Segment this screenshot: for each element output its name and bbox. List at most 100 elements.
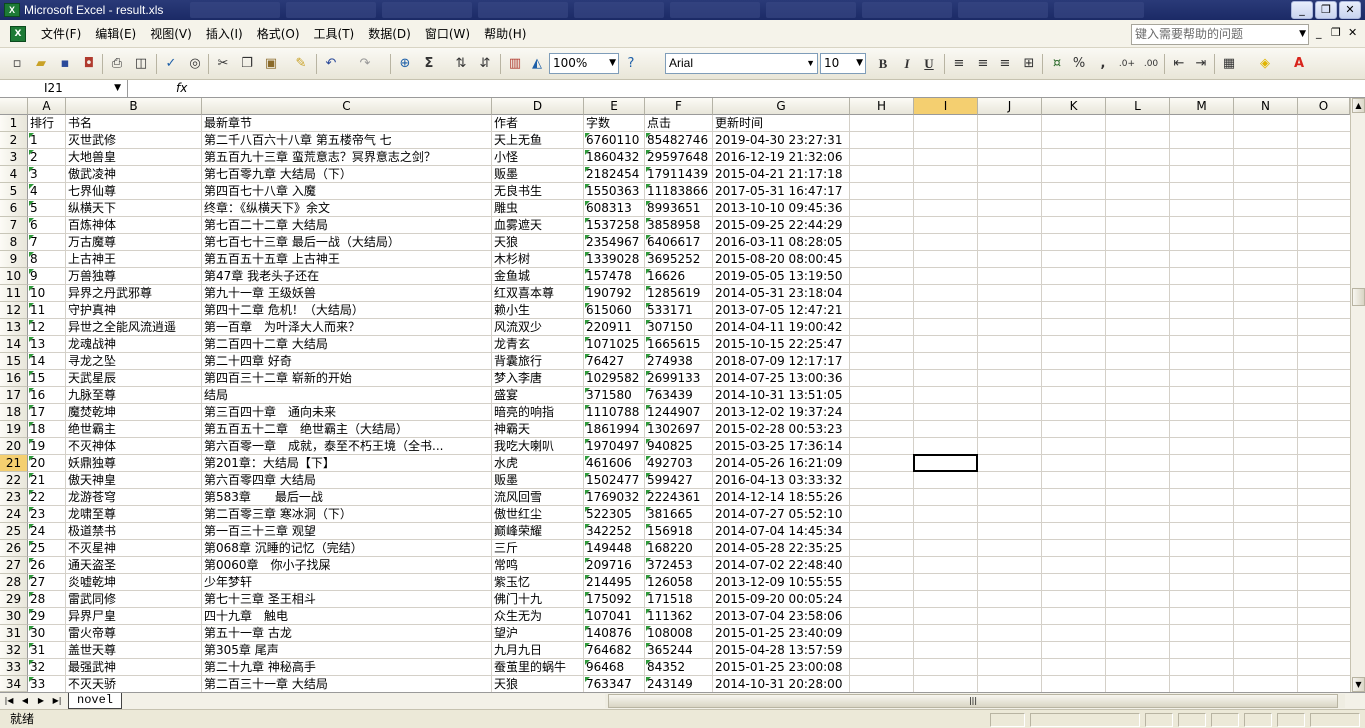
column-header[interactable]: M bbox=[1170, 98, 1234, 115]
chart-wizard-icon[interactable]: ▥ bbox=[506, 56, 524, 72]
column-header[interactable]: J bbox=[978, 98, 1042, 115]
open-folder-icon[interactable]: ▰ bbox=[32, 56, 50, 72]
header-cell[interactable]: 书名 bbox=[66, 115, 201, 132]
column-header[interactable]: I bbox=[914, 98, 978, 115]
row-header[interactable]: 31 bbox=[0, 625, 28, 642]
table-cell[interactable]: 2014-07-02 22:48:40 bbox=[713, 557, 849, 574]
bold-button[interactable]: B bbox=[874, 56, 892, 72]
column-header[interactable]: B bbox=[66, 98, 202, 115]
table-cell[interactable]: 龙游苍穹 bbox=[66, 489, 201, 506]
table-cell[interactable]: 纵横天下 bbox=[66, 200, 201, 217]
table-cell[interactable]: 220911 bbox=[584, 319, 644, 336]
table-cell[interactable]: 11183866 bbox=[645, 183, 712, 200]
table-cell[interactable]: 龙魂战神 bbox=[66, 336, 201, 353]
table-cell[interactable]: 盖世天尊 bbox=[66, 642, 201, 659]
table-cell[interactable]: 307150 bbox=[645, 319, 712, 336]
row-header[interactable]: 8 bbox=[0, 234, 28, 251]
table-cell[interactable]: 第五百五十二章 绝世霸主（大结局） bbox=[202, 421, 491, 438]
row-header[interactable]: 11 bbox=[0, 285, 28, 302]
table-cell[interactable]: 异世之全能风流逍遥 bbox=[66, 319, 201, 336]
table-cell[interactable]: 第二百四十二章 大结局 bbox=[202, 336, 491, 353]
table-cell[interactable]: 众生无为 bbox=[492, 608, 583, 625]
column-header[interactable]: N bbox=[1234, 98, 1298, 115]
header-cell[interactable]: 作者 bbox=[492, 115, 583, 132]
table-cell[interactable]: 暗亮的响指 bbox=[492, 404, 583, 421]
table-cell[interactable]: 绝世霸主 bbox=[66, 421, 201, 438]
row-header[interactable]: 34 bbox=[0, 676, 28, 692]
table-cell[interactable]: 2015-03-25 17:36:14 bbox=[713, 438, 849, 455]
row-header[interactable]: 9 bbox=[0, 251, 28, 268]
row-header[interactable]: 26 bbox=[0, 540, 28, 557]
row-header[interactable]: 2 bbox=[0, 132, 28, 149]
table-cell[interactable]: 2014-05-26 16:21:09 bbox=[713, 455, 849, 472]
table-cell[interactable]: 6406617 bbox=[645, 234, 712, 251]
table-cell[interactable]: 木杉树 bbox=[492, 251, 583, 268]
table-cell[interactable]: 九脉至尊 bbox=[66, 387, 201, 404]
table-cell[interactable]: 140876 bbox=[584, 625, 644, 642]
table-cell[interactable]: 第二十九章 神秘高手 bbox=[202, 659, 491, 676]
row-header[interactable]: 5 bbox=[0, 183, 28, 200]
table-cell[interactable]: 第一百三十三章 观望 bbox=[202, 523, 491, 540]
table-cell[interactable]: 2017-05-31 16:47:17 bbox=[713, 183, 849, 200]
row-header[interactable]: 10 bbox=[0, 268, 28, 285]
table-cell[interactable]: 1970497 bbox=[584, 438, 644, 455]
table-cell[interactable]: 108008 bbox=[645, 625, 712, 642]
restore-button[interactable]: ❐ bbox=[1315, 1, 1337, 19]
column-header[interactable]: C bbox=[202, 98, 492, 115]
table-cell[interactable]: 妖鼎独尊 bbox=[66, 455, 201, 472]
table-cell[interactable]: 守护真神 bbox=[66, 302, 201, 319]
table-cell[interactable]: 1339028 bbox=[584, 251, 644, 268]
table-cell[interactable]: 763439 bbox=[645, 387, 712, 404]
doc-minimize-button[interactable]: _ bbox=[1316, 26, 1322, 39]
cell-grid[interactable]: 排行 书名 最新章节 作者 字数 点击 更新时间 1 灭世武修 第二千八百六十八章 第五楼帝气 七… bbox=[28, 115, 1350, 692]
table-cell[interactable]: 111362 bbox=[645, 608, 712, 625]
table-cell[interactable]: 龙青玄 bbox=[492, 336, 583, 353]
menu-help[interactable]: 帮助(H) bbox=[477, 20, 533, 48]
table-cell[interactable]: 2014-05-31 23:18:04 bbox=[713, 285, 849, 302]
header-cell[interactable]: 排行 bbox=[28, 115, 65, 132]
doc-close-button[interactable]: ✕ bbox=[1348, 26, 1357, 39]
table-cell[interactable]: 灭世武修 bbox=[66, 132, 201, 149]
table-cell[interactable]: 傲武凌神 bbox=[66, 166, 201, 183]
chevron-down-icon[interactable]: ▼ bbox=[856, 54, 863, 73]
table-cell[interactable]: 149448 bbox=[584, 540, 644, 557]
table-cell[interactable]: 274938 bbox=[645, 353, 712, 370]
chevron-down-icon[interactable]: ▼ bbox=[1299, 25, 1306, 44]
table-cell[interactable]: 6760110 bbox=[584, 132, 644, 149]
table-cell[interactable]: 百炼神体 bbox=[66, 217, 201, 234]
table-cell[interactable]: 通天盗圣 bbox=[66, 557, 201, 574]
scroll-up-icon[interactable]: ▲ bbox=[1352, 98, 1365, 113]
table-cell[interactable]: 神霸天 bbox=[492, 421, 583, 438]
table-cell[interactable]: 2014-07-04 14:45:34 bbox=[713, 523, 849, 540]
column-header[interactable]: G bbox=[713, 98, 850, 115]
print-icon[interactable]: ⎙ bbox=[108, 56, 126, 72]
insert-function-icon[interactable]: fx bbox=[176, 80, 187, 97]
header-cell[interactable]: 点击 bbox=[645, 115, 712, 132]
table-cell[interactable]: 126058 bbox=[645, 574, 712, 591]
table-cell[interactable]: 红双喜本尊 bbox=[492, 285, 583, 302]
table-cell[interactable]: 157478 bbox=[584, 268, 644, 285]
table-cell[interactable]: 243149 bbox=[645, 676, 712, 692]
table-cell[interactable]: 2019-05-05 13:19:50 bbox=[713, 268, 849, 285]
table-cell[interactable]: 贩墨 bbox=[492, 472, 583, 489]
table-cell[interactable]: 2015-08-20 08:00:45 bbox=[713, 251, 849, 268]
table-cell[interactable]: 2013-12-02 19:37:24 bbox=[713, 404, 849, 421]
table-cell[interactable]: 1244907 bbox=[645, 404, 712, 421]
table-cell[interactable]: 1502477 bbox=[584, 472, 644, 489]
row-header[interactable]: 20 bbox=[0, 438, 28, 455]
table-cell[interactable]: 紫玉忆 bbox=[492, 574, 583, 591]
table-cell[interactable]: 175092 bbox=[584, 591, 644, 608]
table-cell[interactable]: 522305 bbox=[584, 506, 644, 523]
table-cell[interactable]: 流风回雪 bbox=[492, 489, 583, 506]
table-cell[interactable]: 第二百三十一章 大结局 bbox=[202, 676, 491, 692]
currency-icon[interactable]: ¤ bbox=[1048, 56, 1066, 72]
table-cell[interactable]: 第七百七十三章 最后一战（大结局） bbox=[202, 234, 491, 251]
sort-ascending-icon[interactable]: ⇅ bbox=[452, 56, 470, 72]
row-header[interactable]: 25 bbox=[0, 523, 28, 540]
table-cell[interactable]: 少年梦轩 bbox=[202, 574, 491, 591]
table-cell[interactable]: 2016-03-11 08:28:05 bbox=[713, 234, 849, 251]
close-button[interactable]: ✕ bbox=[1339, 1, 1361, 19]
sort-descending-icon[interactable]: ⇵ bbox=[476, 56, 494, 72]
name-box[interactable]: I21 ▼ bbox=[0, 80, 128, 98]
align-right-icon[interactable]: ≡ bbox=[996, 56, 1014, 72]
